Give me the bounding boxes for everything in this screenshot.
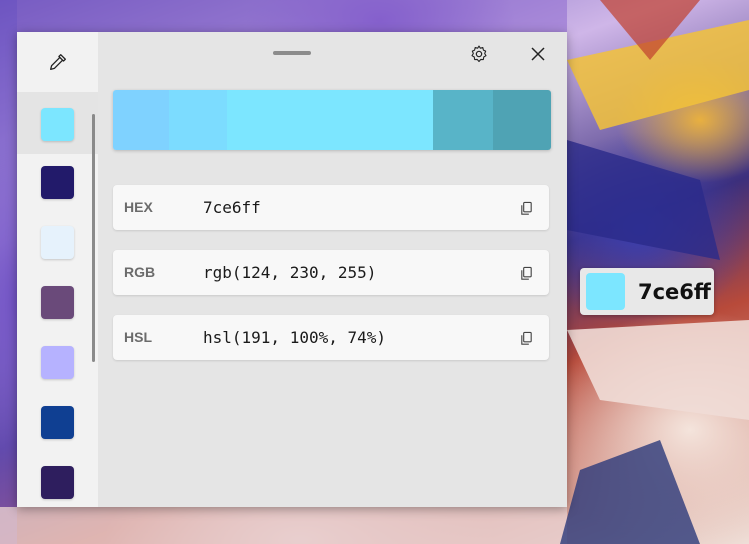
gear-icon	[471, 45, 487, 63]
shade-swatch[interactable]	[493, 90, 551, 150]
copy-icon	[520, 201, 532, 215]
history-color-swatch[interactable]	[41, 166, 74, 199]
pick-color-button[interactable]	[17, 32, 98, 92]
color-preview-tooltip: 7ce6ff	[580, 268, 714, 315]
shade-swatch[interactable]	[433, 90, 493, 150]
history-color-swatch[interactable]	[41, 406, 74, 439]
color-picker-window: HEX 7ce6ff RGB rgb(124, 230, 255) HSL hsl(191…	[17, 32, 567, 507]
close-button[interactable]	[524, 40, 552, 68]
color-preview-swatch	[586, 273, 625, 310]
history-color-swatch[interactable]	[41, 346, 74, 379]
color-value-text[interactable]: hsl(191, 100%, 74%)	[203, 328, 386, 347]
copy-icon	[520, 331, 532, 345]
color-value-text[interactable]: 7ce6ff	[203, 198, 261, 217]
settings-button[interactable]	[465, 40, 493, 68]
copy-button[interactable]	[515, 262, 537, 284]
color-value-text[interactable]: rgb(124, 230, 255)	[203, 263, 376, 282]
history-color-swatch[interactable]	[41, 108, 74, 141]
color-value-row-hex: HEX 7ce6ff	[113, 185, 549, 230]
shade-swatch-selected[interactable]	[227, 90, 433, 150]
copy-icon	[520, 266, 532, 280]
shade-swatch[interactable]	[113, 90, 169, 150]
history-color-swatch[interactable]	[41, 226, 74, 259]
color-format-label: HSL	[124, 329, 152, 345]
copy-button[interactable]	[515, 197, 537, 219]
color-format-label: HEX	[124, 199, 153, 215]
eyedropper-icon	[49, 54, 66, 70]
sidebar-scrollbar[interactable]	[92, 114, 95, 362]
color-value-row-hsl: HSL hsl(191, 100%, 74%)	[113, 315, 549, 360]
color-history-sidebar	[17, 32, 98, 507]
color-format-label: RGB	[124, 264, 156, 280]
history-color-swatch[interactable]	[41, 466, 74, 499]
drag-handle[interactable]	[273, 51, 311, 55]
color-shades-bar	[113, 90, 551, 150]
color-value-row-rgb: RGB rgb(124, 230, 255)	[113, 250, 549, 295]
color-preview-hex: 7ce6ff	[638, 279, 711, 304]
close-icon	[531, 47, 545, 61]
copy-button[interactable]	[515, 327, 537, 349]
shade-swatch[interactable]	[169, 90, 227, 150]
history-color-swatch[interactable]	[41, 286, 74, 319]
